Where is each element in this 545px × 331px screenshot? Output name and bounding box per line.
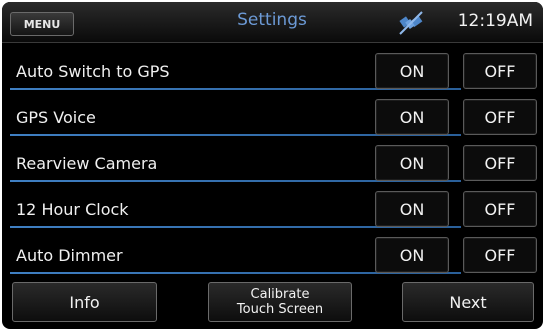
on-button[interactable]: ON xyxy=(375,53,449,89)
on-button[interactable]: ON xyxy=(375,145,449,181)
off-button[interactable]: OFF xyxy=(463,237,537,273)
satellite-off-icon xyxy=(399,11,423,35)
on-button[interactable]: ON xyxy=(375,237,449,273)
off-button[interactable]: OFF xyxy=(463,191,537,227)
calibrate-touch-screen-button[interactable]: Calibrate Touch Screen xyxy=(208,282,352,322)
off-button[interactable]: OFF xyxy=(463,145,537,181)
setting-row-auto-dimmer: Auto Dimmer ON OFF xyxy=(2,232,543,278)
off-button[interactable]: OFF xyxy=(463,99,537,135)
setting-label: Auto Dimmer xyxy=(16,246,123,265)
setting-label: Rearview Camera xyxy=(16,154,158,173)
setting-row-auto-switch-gps: Auto Switch to GPS ON OFF xyxy=(2,48,543,94)
off-button[interactable]: OFF xyxy=(463,53,537,89)
header-bar: MENU Settings 12:19AM xyxy=(2,2,543,43)
menu-button[interactable]: MENU xyxy=(10,12,74,36)
calibrate-line-2: Touch Screen xyxy=(236,302,324,317)
calibrate-line-1: Calibrate xyxy=(250,287,310,302)
on-button[interactable]: ON xyxy=(375,191,449,227)
setting-label: Auto Switch to GPS xyxy=(16,62,170,81)
setting-label: 12 Hour Clock xyxy=(16,200,129,219)
page-title: Settings xyxy=(237,10,307,30)
settings-screen: MENU Settings 12:19AM Auto Switch to GPS… xyxy=(2,2,543,329)
setting-row-gps-voice: GPS Voice ON OFF xyxy=(2,94,543,140)
setting-row-rearview-camera: Rearview Camera ON OFF xyxy=(2,140,543,186)
clock: 12:19AM xyxy=(457,11,533,31)
on-button[interactable]: ON xyxy=(375,99,449,135)
setting-row-12-hour-clock: 12 Hour Clock ON OFF xyxy=(2,186,543,232)
setting-label: GPS Voice xyxy=(16,108,96,127)
info-button[interactable]: Info xyxy=(12,282,157,322)
next-button[interactable]: Next xyxy=(402,282,534,322)
